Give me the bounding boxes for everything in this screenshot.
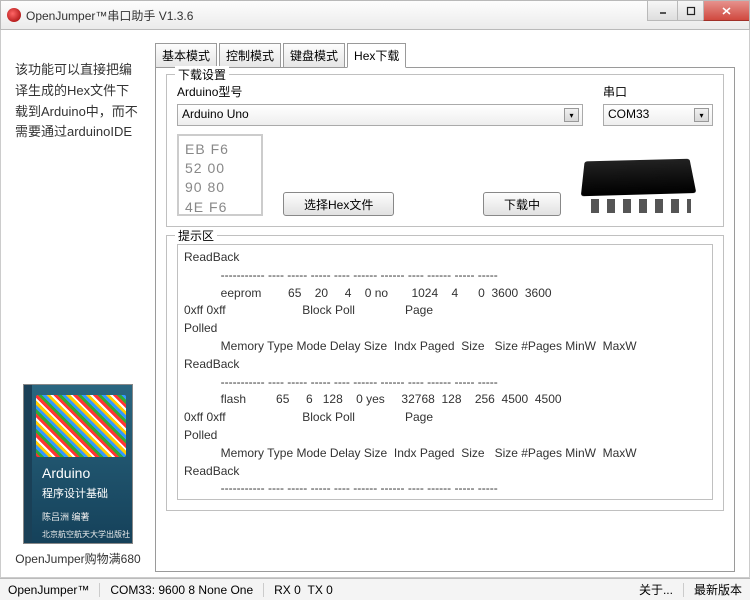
sidebar: 该功能可以直接把编译生成的Hex文件下载到Arduino中，而不需要通过ardu… (1, 30, 149, 577)
status-rx: RX 0 (274, 583, 301, 597)
close-button[interactable] (703, 1, 749, 21)
chip-graphic (573, 136, 713, 216)
fieldset-legend: 下载设置 (175, 66, 229, 83)
book-cover[interactable]: Arduino 程序设计基础 陈吕洲 编著 北京航空航天大学出版社 (23, 384, 133, 544)
tab-hex-download[interactable]: Hex下载 (347, 43, 406, 68)
promo-text: OpenJumper购物满680 (13, 550, 143, 567)
output-legend: 提示区 (175, 227, 217, 244)
tab-bar: 基本模式 控制模式 键盘模式 Hex下载 (155, 42, 735, 67)
version-link[interactable]: 最新版本 (694, 581, 742, 598)
download-button[interactable]: 下载中 (483, 192, 561, 216)
status-tx: TX 0 (308, 583, 333, 597)
tab-panel: 下载设置 Arduino型号 Arduino Uno ▾ 串口 COM33 (155, 67, 735, 572)
arduino-model-label: Arduino型号 (177, 83, 583, 100)
hex-preview: EB F6 52 00 90 80 4E F6 (177, 134, 263, 216)
arduino-model-select[interactable]: Arduino Uno ▾ (177, 104, 583, 126)
tab-keyboard[interactable]: 键盘模式 (283, 43, 345, 68)
download-settings-fieldset: 下载设置 Arduino型号 Arduino Uno ▾ 串口 COM33 (166, 74, 724, 227)
app-icon (7, 8, 21, 22)
feature-description: 该功能可以直接把编译生成的Hex文件下载到Arduino中，而不需要通过ardu… (15, 60, 139, 143)
chevron-down-icon: ▾ (564, 108, 579, 122)
choose-hex-button[interactable]: 选择Hex文件 (283, 192, 394, 216)
port-label: 串口 (603, 83, 713, 100)
promo-area: Arduino 程序设计基础 陈吕洲 编著 北京航空航天大学出版社 OpenJu… (13, 384, 143, 567)
status-bar: OpenJumper™ COM33: 9600 8 None One RX 0 … (0, 578, 750, 600)
output-log[interactable]: ReadBack ----------- ---- ----- ----- --… (177, 244, 713, 500)
maximize-button[interactable] (677, 1, 703, 21)
output-fieldset: 提示区 ReadBack ----------- ---- ----- ----… (166, 235, 724, 511)
about-link[interactable]: 关于... (639, 581, 673, 598)
minimize-button[interactable] (647, 1, 677, 21)
tab-basic[interactable]: 基本模式 (155, 43, 217, 68)
window-title: OpenJumper™串口助手 V1.3.6 (26, 7, 193, 24)
chevron-down-icon: ▾ (694, 108, 709, 122)
tab-control[interactable]: 控制模式 (219, 43, 281, 68)
titlebar: OpenJumper™串口助手 V1.3.6 (0, 0, 750, 30)
port-select[interactable]: COM33 ▾ (603, 104, 713, 126)
status-connection: COM33: 9600 8 None One (110, 583, 253, 597)
status-brand: OpenJumper™ (8, 583, 89, 597)
